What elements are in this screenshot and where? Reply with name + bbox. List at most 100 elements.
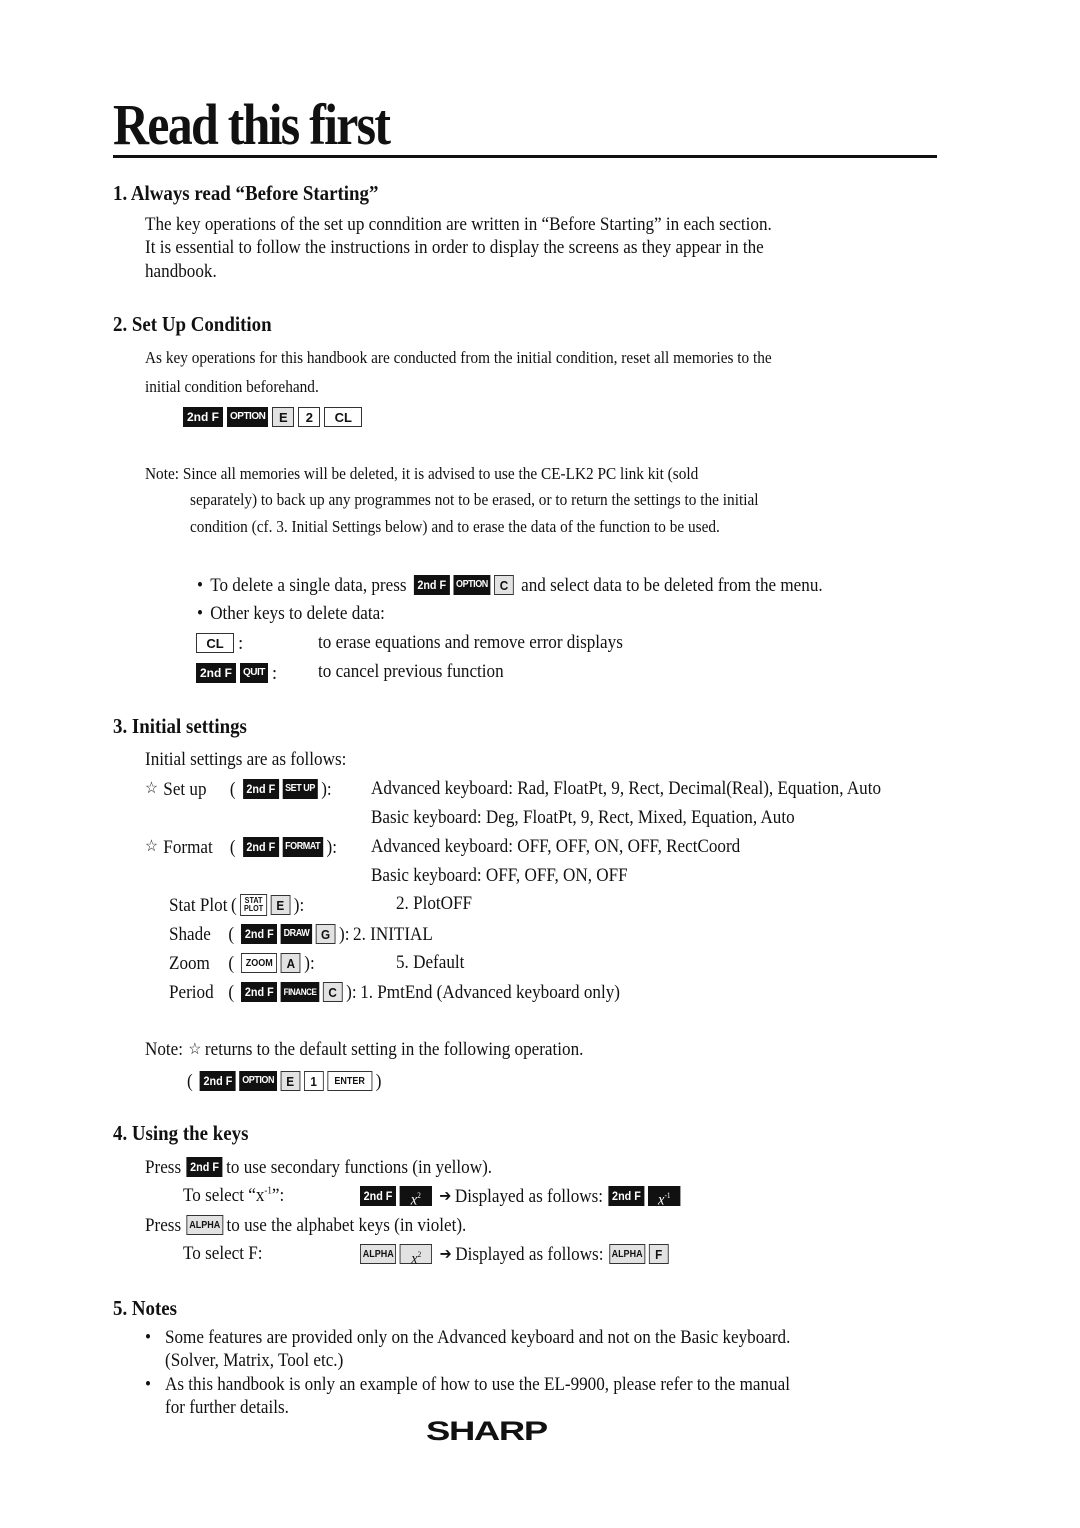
key-2ndf: 2nd F bbox=[242, 837, 279, 857]
key-c: C bbox=[322, 982, 343, 1002]
statplot-label: Stat Plot bbox=[169, 894, 228, 916]
bullet-icon: • bbox=[197, 603, 203, 624]
statplot-row: Stat Plot ( STAT PLOT E ): bbox=[169, 894, 305, 916]
notes-bullet-2-line-1: As this handbook is only an example of h… bbox=[165, 1374, 790, 1395]
section-2-line: As key operations for this handbook are … bbox=[145, 348, 772, 367]
bullet-icon: • bbox=[197, 574, 203, 596]
key-e: E bbox=[270, 895, 291, 915]
section-3-intro: Initial settings are as follows: bbox=[145, 749, 347, 770]
key-x-squared: x2 bbox=[399, 1186, 432, 1208]
section-3-heading: 3. Initial settings bbox=[113, 714, 247, 738]
key-draw: DRAW bbox=[280, 924, 313, 944]
shade-row: Shade ( 2nd F DRAW G ): 2. INITIAL bbox=[169, 923, 433, 945]
section-4-heading: 4. Using the keys bbox=[113, 1121, 249, 1145]
select-x-inverse-label: To select “x-1”: bbox=[183, 1185, 285, 1206]
delete-key-quit: 2nd F QUIT : bbox=[196, 663, 277, 683]
key-2ndf: 2nd F bbox=[360, 1186, 396, 1206]
press-text: Press bbox=[145, 1156, 182, 1178]
notes-bullet-1-line-2: (Solver, Matrix, Tool etc.) bbox=[165, 1350, 344, 1371]
page-title: Read this first bbox=[113, 92, 391, 157]
key-g: G bbox=[315, 924, 336, 944]
notes-bullet-2-line-2: for further details. bbox=[165, 1397, 289, 1418]
secondary-desc: to use secondary functions (in yellow). bbox=[226, 1156, 493, 1178]
key-alpha: ALPHA bbox=[360, 1244, 397, 1264]
arrow-right-icon: ➔ bbox=[439, 1186, 452, 1205]
key-2ndf: 2nd F bbox=[241, 982, 278, 1002]
title-rule bbox=[113, 155, 937, 158]
key-option: OPTION bbox=[239, 1071, 277, 1091]
delete-key-cl-desc: to erase equations and remove error disp… bbox=[318, 632, 623, 653]
section-1-heading: 1. Always read “Before Starting” bbox=[113, 181, 379, 205]
setup-row: ☆ Set up ( 2nd F SET UP ): bbox=[145, 778, 332, 800]
bullet-icon: • bbox=[145, 1374, 151, 1395]
key-alpha: ALPHA bbox=[186, 1215, 223, 1235]
section-1-line: The key operations of the set up conndit… bbox=[145, 214, 772, 235]
note-text: returns to the default setting in the fo… bbox=[204, 1039, 584, 1060]
displayed-text: Displayed as follows: bbox=[455, 1243, 604, 1265]
delete-key-cl: CL : bbox=[196, 633, 243, 653]
section-2-note: condition (cf. 3. Initial Settings below… bbox=[190, 517, 720, 536]
key-cl: CL bbox=[196, 633, 234, 653]
period-label: Period bbox=[169, 981, 214, 1003]
bullet-icon: • bbox=[145, 1327, 151, 1348]
star-icon: ☆ bbox=[188, 1040, 202, 1058]
shade-value: 2. INITIAL bbox=[353, 923, 433, 945]
shade-label: Shade bbox=[169, 923, 211, 945]
sharp-logo: SHARP bbox=[426, 1416, 548, 1446]
key-quit: QUIT bbox=[240, 663, 268, 683]
star-icon: ☆ bbox=[145, 780, 158, 797]
select-f-keys: ALPHA x2 ➔ Displayed as follows: ALPHA F bbox=[360, 1243, 672, 1267]
bullet-text: Other keys to delete data: bbox=[210, 603, 385, 624]
key-2ndf: 2nd F bbox=[241, 924, 278, 944]
star-icon: ☆ bbox=[145, 838, 158, 855]
displayed-text: Displayed as follows: bbox=[454, 1185, 604, 1207]
section-2-line: initial condition beforehand. bbox=[145, 377, 319, 396]
zoom-label: Zoom bbox=[169, 952, 210, 974]
key-c: C bbox=[494, 575, 514, 595]
key-option: OPTION bbox=[227, 407, 269, 427]
section-2-note: separately) to back up any programmes no… bbox=[190, 490, 759, 509]
format-label: Format bbox=[163, 836, 213, 858]
key-2ndf: 2nd F bbox=[413, 575, 450, 595]
setup-label: Set up bbox=[163, 778, 207, 800]
key-e: E bbox=[272, 407, 295, 427]
key-x-squared: x2 bbox=[400, 1244, 433, 1267]
default-note: Note: ☆ returns to the default setting i… bbox=[145, 1040, 583, 1059]
select-x-inverse-keys: 2nd F x2 ➔ Displayed as follows: 2nd F x… bbox=[360, 1185, 684, 1208]
section-2-note: Note: Since all memories will be deleted… bbox=[145, 464, 699, 483]
key-finance: FINANCE bbox=[280, 982, 320, 1002]
key-enter: ENTER bbox=[327, 1071, 373, 1091]
bullet-text: To delete a single data, press bbox=[210, 574, 407, 596]
key-setup: SET UP bbox=[282, 779, 318, 799]
format-row: ☆ Format ( 2nd F FORMAT ): bbox=[145, 836, 337, 858]
key-x-inverse: x-1 bbox=[648, 1186, 681, 1208]
key-alpha: ALPHA bbox=[608, 1244, 646, 1264]
format-advanced: Advanced keyboard: OFF, OFF, ON, OFF, Re… bbox=[371, 836, 741, 857]
key-option: OPTION bbox=[453, 575, 491, 595]
setup-advanced: Advanced keyboard: Rad, FloatPt, 9, Rect… bbox=[371, 778, 882, 799]
key-cl: CL bbox=[324, 407, 363, 427]
key-1: 1 bbox=[303, 1071, 324, 1091]
section-2-heading: 2. Set Up Condition bbox=[113, 312, 272, 336]
zoom-value: 5. Default bbox=[396, 952, 465, 973]
section-1-line: handbook. bbox=[145, 261, 217, 282]
reset-key-sequence: 2nd F OPTION E 2 CL bbox=[183, 407, 366, 427]
alpha-function-line: Press ALPHA to use the alphabet keys (in… bbox=[145, 1215, 466, 1235]
notes-bullet-1-line-1: Some features are provided only on the A… bbox=[165, 1327, 791, 1348]
key-2ndf: 2nd F bbox=[242, 779, 279, 799]
key-a: A bbox=[280, 953, 301, 973]
key-zoom: ZOOM bbox=[241, 953, 278, 973]
statplot-value: 2. PlotOFF bbox=[396, 893, 473, 914]
key-2ndf: 2nd F bbox=[186, 1157, 223, 1177]
period-value: 1. PmtEnd (Advanced keyboard only) bbox=[360, 981, 620, 1003]
zoom-row: Zoom ( ZOOM A ): bbox=[169, 952, 315, 974]
key-2ndf: 2nd F bbox=[608, 1186, 645, 1206]
delete-key-quit-desc: to cancel previous function bbox=[318, 661, 504, 682]
other-keys-bullet: • Other keys to delete data: bbox=[197, 604, 385, 623]
key-2: 2 bbox=[298, 407, 321, 427]
key-f: F bbox=[648, 1244, 669, 1264]
default-key-sequence: ( 2nd F OPTION E 1 ENTER ) bbox=[187, 1070, 382, 1092]
key-2ndf: 2nd F bbox=[183, 407, 223, 427]
section-1-line: It is essential to follow the instructio… bbox=[145, 237, 764, 258]
format-basic: Basic keyboard: OFF, OFF, ON, OFF bbox=[371, 865, 628, 886]
